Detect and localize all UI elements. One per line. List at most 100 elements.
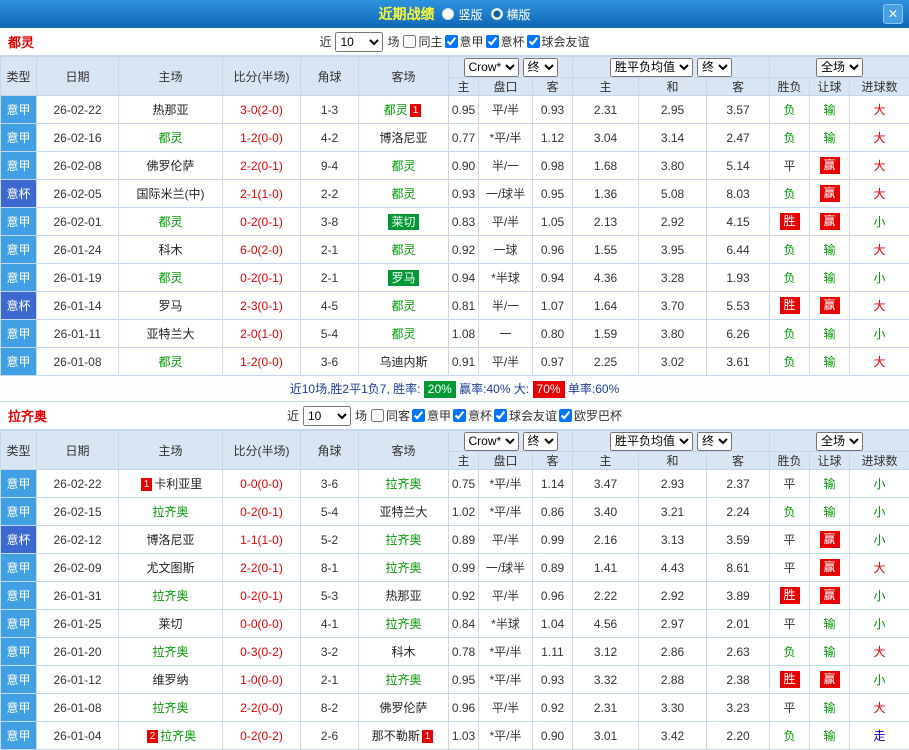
home-team-cell: 佛罗伦萨 [118,151,223,180]
match-row: 意甲 26-01-12 维罗纳 1-0(0-0) 2-1 拉齐奥 0.95 *平/半 0.93 3… [0,665,909,694]
column-header: 主场 [118,56,223,96]
match-count-select[interactable]: 10 [302,405,351,426]
red-card-badge: 1 [421,730,434,743]
europe-draw-odds: 2.93 [638,469,707,498]
match-scope-select[interactable]: 全场 [816,57,864,77]
competition-checkbox-label: 同客 [385,409,410,423]
result-wdl: 胜 [769,665,811,694]
competition-filter-item[interactable]: 意甲 [444,33,484,50]
competition-checkbox[interactable] [494,409,508,422]
competition-checkbox-label: 意甲 [459,35,484,49]
europe-home-odds: 3.01 [572,721,639,750]
competition-filter-item[interactable]: 同主 [403,33,443,50]
match-count-select[interactable]: 10 [335,31,384,52]
home-team-cell: 维罗纳 [118,665,223,694]
score: 0-2(0-1) [222,207,301,236]
asian-away-odds: 1.12 [532,123,573,152]
final-odds-select[interactable]: 终 [522,431,558,451]
europe-draw-odds: 3.13 [638,525,707,554]
corners: 8-2 [300,693,359,722]
column-header: 日期 [36,430,119,470]
europe-mean-select[interactable]: 胜平负均值 [610,57,693,77]
result-goals-value: 大 [873,187,886,201]
corners: 4-1 [300,609,359,638]
score: 0-2(0-1) [222,263,301,292]
competition-checkbox[interactable] [444,35,458,48]
competition-filter-item[interactable]: 意甲 [411,407,451,424]
score: 1-1(1-0) [222,525,301,554]
final-europe-select[interactable]: 终 [697,57,732,77]
match-row: 意甲 26-01-20 拉齐奥 0-3(0-2) 3-2 科木 0.78 *平/半 1.11 3.… [0,637,909,666]
home-team: 都灵 [158,355,183,369]
result-handicap-value: 输 [823,355,836,369]
subcolumn-header: 进球数 [849,77,909,96]
result-handicap: 输 [809,95,851,124]
competition-filter-item[interactable]: 欧罗巴杯 [559,407,622,424]
europe-draw-odds: 3.21 [638,497,707,526]
layout-option-vertical[interactable]: 竖版 [442,6,483,23]
horizontal-layout-radio[interactable] [490,8,503,20]
competition-checkbox[interactable] [485,35,499,48]
layout-option-horizontal[interactable]: 横版 [490,6,531,23]
europe-away-odds: 2.63 [705,637,771,666]
asian-handicap: 平/半 [478,207,533,236]
subcolumn-header: 让球 [809,451,851,470]
corners: 2-1 [300,665,359,694]
bookmaker-select[interactable]: Crow* [463,57,519,77]
home-team-cell: 都灵 [118,207,223,236]
competition-checkbox-label: 球会友谊 [541,35,590,49]
result-handicap: 赢 [809,291,851,320]
final-europe-select[interactable]: 终 [697,431,732,451]
competition-checkbox[interactable] [370,409,384,422]
competition-filter-item[interactable]: 同客 [370,407,410,424]
europe-draw-odds: 3.95 [638,235,707,264]
subcolumn-header: 主 [448,77,479,96]
vertical-layout-radio[interactable] [442,8,455,20]
home-team: 维罗纳 [152,673,189,687]
home-team-cell: 亚特兰大 [118,319,223,348]
match-date: 26-01-12 [36,665,119,694]
close-button[interactable]: ✕ [883,4,903,24]
competition-checkbox[interactable] [526,35,540,48]
europe-home-odds: 1.36 [572,179,639,208]
result-wdl-value: 胜 [779,587,800,604]
europe-home-odds: 2.16 [572,525,639,554]
match-row: 意甲 26-01-25 莱切 0-0(0-0) 4-1 拉齐奥 0.84 *半球 1.04 4.5… [0,609,909,638]
match-scope-select[interactable]: 全场 [816,431,864,451]
summary-stat: 赢率:40% 大: [455,382,533,396]
match-date: 26-02-01 [36,207,119,236]
recent-results-panel: 近期战绩 竖版 横版 ✕ 都灵 近 10 场 同主意甲意杯球会友谊 类型 [0,0,909,750]
competition-filter-item[interactable]: 球会友谊 [526,33,590,50]
competition-filter-checkboxes: 同客 意甲 意杯 球会友谊 欧罗巴杯 [370,407,622,424]
competition-checkbox[interactable] [559,409,573,422]
match-date: 26-01-08 [36,693,119,722]
home-team: 科木 [158,243,183,257]
corners: 2-2 [300,179,359,208]
result-wdl-value: 负 [783,645,796,659]
away-team: 博洛尼亚 [379,131,428,145]
home-team: 都灵 [158,131,183,145]
competition-checkbox[interactable] [403,35,417,48]
header-select-group: Crow* 终 [448,430,573,452]
europe-mean-select[interactable]: 胜平负均值 [610,431,693,451]
corners: 3-6 [300,347,359,376]
competition-filter-item[interactable]: 球会友谊 [494,407,557,424]
result-goals: 大 [849,347,909,376]
away-team-cell: 热那亚 [358,581,449,610]
europe-away-odds: 2.47 [705,123,771,152]
result-handicap-value: 输 [823,729,836,743]
competition-checkbox[interactable] [411,409,425,422]
result-wdl: 胜 [769,291,811,320]
match-row: 意甲 26-01-08 拉齐奥 2-2(0-0) 8-2 佛罗伦萨 0.96 平/半 0.92 2… [0,693,909,722]
home-team-cell: 都灵 [118,263,223,292]
result-handicap: 赢 [809,525,851,554]
asian-handicap: 平/半 [478,95,533,124]
competition-checkbox[interactable] [453,409,466,422]
competition-filter-item[interactable]: 意杯 [453,407,492,424]
asian-home-odds: 1.08 [448,319,479,348]
competition-filter-item[interactable]: 意杯 [485,33,525,50]
europe-home-odds: 1.55 [572,235,639,264]
bookmaker-select[interactable]: Crow* [463,431,519,451]
europe-draw-odds: 2.95 [638,95,707,124]
final-odds-select[interactable]: 终 [522,57,558,77]
